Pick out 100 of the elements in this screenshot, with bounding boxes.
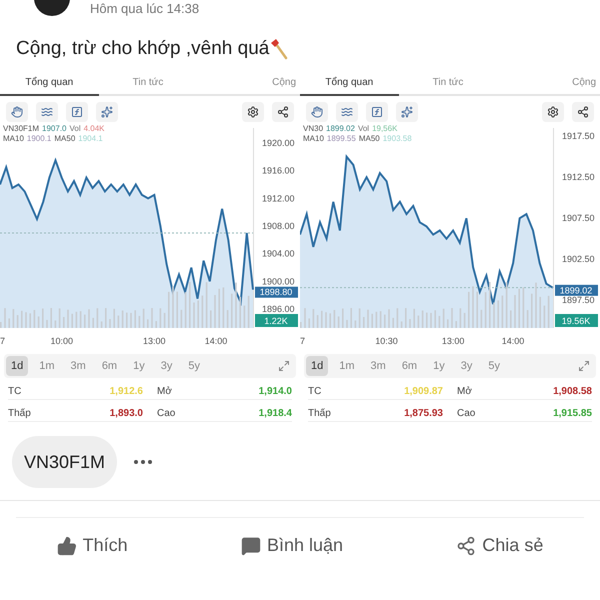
wave-icon[interactable]: [336, 102, 358, 122]
x-axis-label: 14:00: [502, 336, 524, 346]
period-tab[interactable]: 3y: [156, 356, 178, 376]
axe-icon: [269, 38, 290, 60]
share-icon[interactable]: [572, 102, 594, 122]
x-axis-label: 14:00: [204, 336, 228, 346]
y-axis-label: 1912.00: [262, 193, 295, 204]
y-axis-label: 1916.00: [262, 166, 295, 176]
period-tab[interactable]: 1y: [428, 356, 450, 376]
y-axis-label: 1904.00: [262, 248, 295, 259]
x-axis-label: 13:00: [442, 336, 464, 346]
stat-label: Mở: [457, 385, 472, 399]
stat-value: 1,908.58: [553, 385, 592, 399]
period-tab[interactable]: 1d: [6, 356, 28, 376]
period-tab[interactable]: 1d: [306, 356, 328, 376]
period-tab[interactable]: 1y: [128, 356, 150, 376]
legend-text: MA50: [358, 134, 380, 144]
share-icon: [456, 536, 476, 556]
legend-text: 19,56K: [372, 124, 398, 134]
period-tab[interactable]: 5y: [183, 356, 205, 376]
stat-label: Cao: [157, 407, 176, 421]
legend-text: 1907.0: [42, 124, 66, 134]
y-axis-label: 1912.50: [562, 172, 595, 182]
period-tab[interactable]: 1m: [334, 356, 360, 376]
expand-icon[interactable]: [278, 360, 290, 372]
legend-text: 1903.58: [382, 134, 412, 144]
legend-text: VN30F1M: [3, 124, 40, 134]
y-axis-label: 1896.00: [262, 304, 295, 314]
volume-tag: 19.56K: [555, 314, 598, 327]
legend-text: 1899.55: [326, 134, 356, 144]
sparkle-icon[interactable]: [96, 102, 118, 122]
price-tag: 1898.80: [255, 286, 298, 298]
stat-value: 1,893.0: [110, 407, 143, 421]
stat-value: 1,909.87: [404, 385, 443, 399]
stat-label: Thấp: [8, 407, 31, 421]
stat-label: Cao: [457, 407, 476, 421]
wave-icon[interactable]: [36, 102, 58, 122]
x-axis-label: 10:00: [50, 336, 73, 346]
post-text: Cộng, trừ cho khớp ,vênh quá: [16, 36, 270, 61]
legend-text: 1904.1: [78, 134, 103, 144]
action-button[interactable]: Bình luận: [240, 532, 344, 559]
function-icon[interactable]: [366, 102, 388, 122]
stat-label: TC: [8, 385, 22, 399]
y-axis-label: 1900.00: [262, 276, 295, 286]
period-tab[interactable]: 6m: [96, 356, 122, 376]
thumbs-up-icon: [56, 536, 77, 556]
stat-value: 1,914.0: [258, 385, 292, 399]
stat-label: Thấp: [308, 407, 331, 421]
action-button[interactable]: Chia sẻ: [456, 532, 544, 559]
tab[interactable]: Tin tức: [398, 70, 498, 96]
stat-value: 1,918.4: [258, 407, 292, 421]
tab[interactable]: Tổng quan: [300, 70, 399, 96]
legend-text: Vol: [358, 124, 370, 134]
comment-icon: [240, 536, 261, 556]
period-tab[interactable]: 5y: [483, 356, 505, 376]
function-icon[interactable]: [66, 102, 88, 122]
stat-value: 1,915.85: [553, 407, 592, 421]
hand-icon[interactable]: [306, 102, 328, 122]
tab[interactable]: Cộng: [197, 70, 300, 96]
stat-label: Mở: [157, 385, 172, 399]
settings-icon[interactable]: [542, 102, 564, 122]
y-axis-label: 1902.50: [562, 254, 595, 264]
price-tag: 1899.02: [555, 284, 598, 296]
y-axis-label: 1908.00: [262, 221, 295, 232]
legend-text: MA50: [54, 134, 76, 144]
tag-chip[interactable]: VN30F1M: [12, 436, 118, 488]
legend-text: MA10: [303, 134, 324, 144]
y-axis-label: 1897.50: [562, 295, 595, 306]
post-time: Hôm qua lúc 14:38: [90, 1, 200, 16]
period-tab[interactable]: 3m: [366, 356, 391, 376]
legend-text: 1900.1: [26, 134, 52, 144]
volume-tag: 1.22K: [255, 314, 298, 327]
hand-icon[interactable]: [6, 102, 28, 122]
x-axis-label: 7: [300, 336, 306, 346]
stat-label: TC: [308, 385, 322, 399]
period-tab[interactable]: 3m: [66, 356, 91, 376]
tab[interactable]: Tổng quan: [0, 70, 99, 96]
legend-text: 4.04K: [84, 124, 105, 134]
y-axis-label: 1920.00: [262, 138, 295, 148]
period-tab[interactable]: 1m: [34, 356, 60, 376]
stat-value: 1,875.93: [404, 407, 443, 421]
x-axis-label: 13:00: [143, 336, 166, 346]
tab[interactable]: Tin tức: [98, 70, 198, 96]
legend-text: 1899.02: [326, 124, 355, 134]
legend-text: Vol: [69, 124, 81, 134]
share-icon[interactable]: [272, 102, 294, 122]
expand-icon[interactable]: [578, 360, 590, 372]
period-tab[interactable]: 3y: [456, 356, 478, 376]
action-button[interactable]: Thích: [56, 532, 128, 559]
sparkle-icon[interactable]: [396, 102, 418, 122]
y-axis-label: 1917.50: [562, 131, 595, 142]
settings-icon[interactable]: [242, 102, 264, 122]
legend-text: VN30: [303, 124, 324, 134]
x-axis-label: 7: [0, 336, 6, 346]
tab[interactable]: Cộng: [497, 70, 600, 96]
legend-text: MA10: [3, 134, 24, 144]
y-axis-label: 1907.50: [562, 213, 595, 224]
x-axis-label: 10:30: [375, 336, 398, 346]
period-tab[interactable]: 6m: [396, 356, 422, 376]
stat-value: 1,912.6: [110, 385, 143, 399]
